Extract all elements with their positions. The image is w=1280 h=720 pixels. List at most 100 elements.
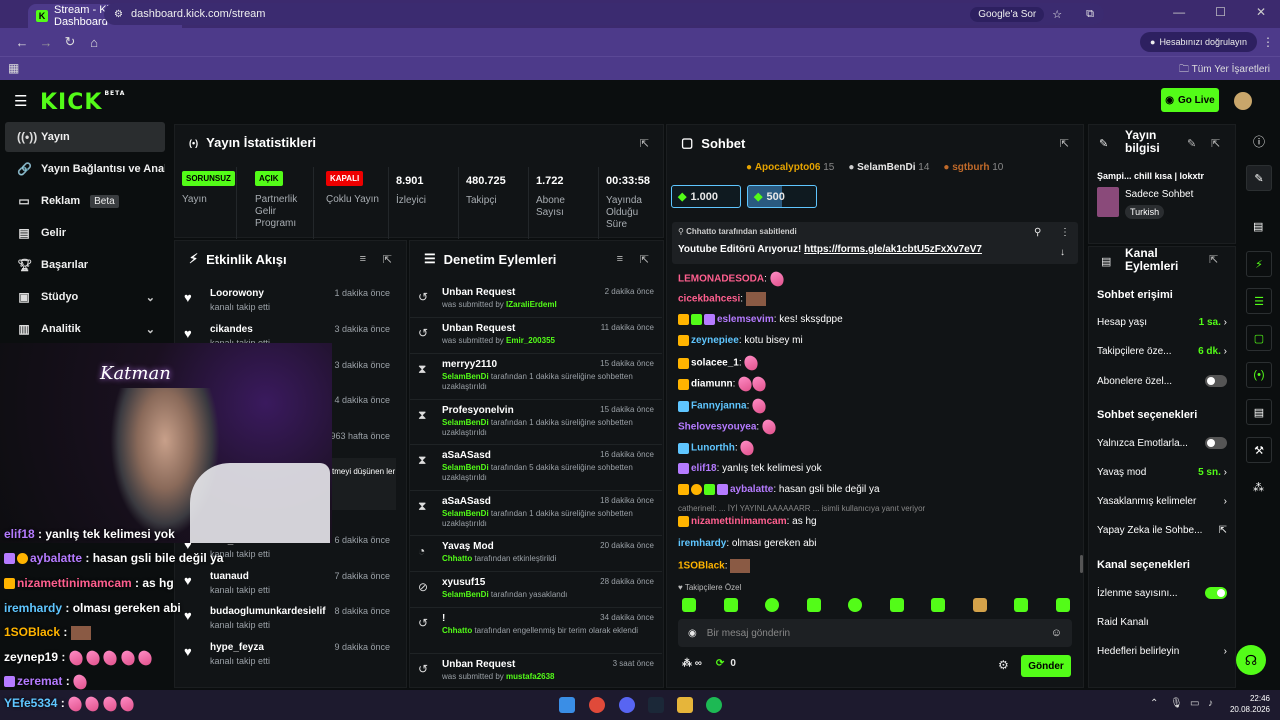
popout-icon[interactable]: ⇱ [640,137,649,150]
chat-message: eslemsevim: kes! sksşdppe [678,314,843,325]
unpin-icon[interactable]: ⚲ [1034,227,1041,238]
goals-row[interactable]: Hedefleri belirleyin › [1097,646,1227,657]
forward-icon[interactable]: → [34,35,58,50]
sidebar-item-ads[interactable]: ▭ Reklam Beta [5,186,165,216]
clock[interactable]: 22:46 20.08.2026 [1226,693,1270,715]
profile-button[interactable]: ● Hesabınızı doğrulayın [1140,32,1257,52]
rail-chat-icon[interactable]: ▢ [1246,325,1272,351]
viewer-count-toggle[interactable] [1205,587,1227,599]
sidebar-item-stream-key[interactable]: 🔗Yayın Bağlantısı ve Anahtarı [5,154,165,184]
chat-message: diamunn: [678,375,769,393]
emote-only-toggle[interactable] [1205,437,1227,449]
hamburger-menu-icon[interactable]: ☰ [14,92,27,110]
sidebar-item-studio[interactable]: ▣ Stüdyo ⌄ [5,282,165,312]
rail-list-icon[interactable]: ☰ [1246,288,1272,314]
sidebar-item-achievements[interactable]: 🏆︎ Başarılar [5,250,165,280]
close-window-icon[interactable]: ✕ [1256,5,1266,19]
rail-channel-icon[interactable]: ▤ [1253,220,1263,233]
maximize-icon[interactable]: ☐ [1215,5,1226,19]
broadcast-icon: ((•)) [17,130,38,144]
infinity-icon[interactable]: ⁂ ∞ [682,658,702,669]
chat-scrollbar[interactable] [1080,555,1083,573]
emote-icon[interactable] [806,598,821,612]
emote-icon[interactable] [765,598,780,612]
emote-icon[interactable] [1014,598,1029,612]
expand-icon[interactable]: ↓ [1060,247,1065,258]
network-icon[interactable]: ▭ [1190,698,1199,709]
url-field[interactable]: ⚙ dashboard.kick.com/stream Google'a Sor… [104,3,1104,25]
support-icon[interactable]: ☊ [1236,645,1266,675]
popout-icon[interactable]: ⇱ [383,253,392,266]
emote-icon[interactable] [931,598,946,612]
emote-icon[interactable] [723,598,738,612]
file-explorer-icon[interactable] [677,697,693,713]
emote-icon[interactable] [848,598,863,612]
back-icon[interactable]: ← [10,35,34,50]
apps-grid-icon[interactable]: ▦ [8,61,19,75]
popout-icon[interactable]: ⇱ [640,253,649,266]
rail-panel-icon[interactable]: ▤ [1246,399,1272,425]
popout-icon[interactable]: ⇱ [1209,253,1218,266]
browser-menu-icon[interactable]: ⋮ [1262,35,1274,49]
rail-network-icon[interactable]: ⁂ [1253,481,1264,494]
site-info-icon[interactable]: ⚙ [114,9,123,20]
spotify-icon[interactable] [706,697,722,713]
account-age-row[interactable]: Hesap yaşı 1 sa. › [1097,317,1227,328]
chrome-icon[interactable] [589,697,605,713]
rail-bolt-icon[interactable]: ⚡︎ [1246,251,1272,277]
discord-icon[interactable] [619,697,635,713]
minimize-icon[interactable]: — [1173,5,1185,19]
steam-icon[interactable] [648,697,664,713]
ai-chat-row[interactable]: Yapay Zeka ile Sohbe... ⇱ [1097,525,1227,536]
rail-broadcast-icon[interactable]: (•) [1246,362,1272,388]
emoji-icon[interactable]: ☺ [1051,627,1062,639]
home-icon[interactable]: ⌂ [82,35,106,50]
rail-wrench-icon[interactable]: ⚒ [1246,437,1272,463]
bookmark-star-icon[interactable]: ☆ [1052,8,1062,21]
goal-1[interactable]: ◆ 1.000 [671,185,741,208]
mic-icon[interactable]: 🎙︎ [1170,698,1183,709]
emote-icon[interactable] [682,598,696,612]
category-name[interactable]: Sadece Sohbet [1125,189,1193,200]
reload-icon[interactable]: ↻ [58,34,82,50]
raid-row[interactable]: Raid Kanalı [1097,617,1227,628]
list-item: ♥ Loorowony kanalı takip etti 1 dakika önce [184,288,390,312]
send-button[interactable]: Gönder [1021,655,1071,677]
info-icon[interactable]: ⓘ [1253,133,1265,150]
rail-edit-icon[interactable]: ✎ [1246,165,1272,191]
filter-icon[interactable]: ≡ [617,253,623,265]
popout-icon[interactable]: ⇱ [1211,137,1220,150]
tray-chevron-icon[interactable]: ⌃ [1150,698,1158,709]
subs-only-toggle[interactable] [1205,375,1227,387]
sidebar-item-analytics[interactable]: ▥ Analitik ⌄ [5,314,165,344]
gifter-3[interactable]: ● sgtburh 10 [943,162,1003,173]
emote-icon[interactable] [889,598,904,612]
volume-icon[interactable]: ♪ [1208,698,1213,709]
google-ask-button[interactable]: Google'a Sor [970,6,1045,22]
pinned-link[interactable]: https://forms.gle/ak1cbtU5zFxXv7eV7 [804,244,982,255]
extensions-icon[interactable]: ⧉ [1086,8,1094,21]
all-bookmarks[interactable]: 🗀 Tüm Yer İşaretleri [1179,62,1270,79]
filter-icon[interactable]: ≡ [360,253,366,265]
go-live-button[interactable]: ◉ Go Live [1161,88,1219,112]
start-icon[interactable] [559,697,575,713]
banned-words-row[interactable]: Yasaklanmış kelimeler › [1097,496,1227,507]
gifter-2[interactable]: ● SelamBenDi 14 [848,162,929,173]
followers-only-row[interactable]: Takipçilere öze... 6 dk. › [1097,346,1227,357]
kick-logo[interactable]: KICK BETA [40,90,125,115]
sidebar-item-yayin[interactable]: ((•)) Yayın [5,122,165,152]
user-avatar[interactable] [1234,92,1252,110]
emote-icon[interactable] [1055,598,1070,612]
more-icon[interactable]: ⋮ [1060,227,1070,238]
edit-icon[interactable]: ✎ [1187,137,1196,150]
goal-2[interactable]: ◆ 500 [747,185,817,208]
popout-icon[interactable]: ⇱ [1060,137,1069,150]
language-tag[interactable]: Turkish [1125,205,1165,219]
chat-input[interactable]: ◉ Bir mesaj gönderin ☺ [678,619,1072,647]
overlay-chat-line: zeynep19 : [4,648,155,667]
gifter-1[interactable]: ● Apocalypto06 15 [746,162,834,173]
slow-mode-row[interactable]: Yavaş mod 5 sn. › [1097,467,1227,478]
emote-icon[interactable] [972,598,987,612]
chat-settings-icon[interactable]: ⚙ [998,658,1009,672]
sidebar-item-revenue[interactable]: ▤ Gelir [5,218,165,248]
